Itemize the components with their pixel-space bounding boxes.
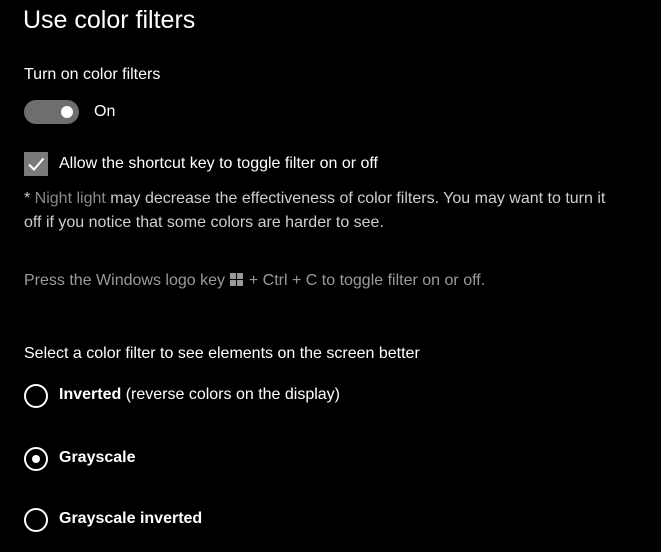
shortcut-hint-before: Press the Windows logo key: [24, 272, 230, 289]
night-light-note: * Night light may decrease the effective…: [24, 187, 624, 235]
note-prefix: *: [24, 190, 35, 207]
color-filters-toggle-label: Turn on color filters: [24, 66, 161, 83]
radio-name: Grayscale inverted: [59, 510, 203, 527]
shortcut-key-checkbox[interactable]: [24, 152, 48, 176]
checkmark-icon: [28, 157, 45, 171]
radio-label-inverted: Inverted (reverse colors on the display): [59, 386, 340, 404]
note-text: may decrease the effectiveness of color …: [24, 190, 606, 231]
color-filters-toggle[interactable]: [24, 100, 79, 124]
page-title: Use color filters: [23, 6, 196, 34]
radio-selected-dot: [32, 455, 40, 463]
radio-button-grayscale-inverted[interactable]: [24, 508, 48, 532]
radio-label-grayscale: Grayscale: [59, 449, 136, 467]
radio-name: Grayscale: [59, 449, 136, 466]
toggle-state-label: On: [94, 103, 116, 120]
radio-name: Inverted: [59, 386, 122, 403]
radio-description: (reverse colors on the display): [121, 386, 341, 403]
radio-button-grayscale[interactable]: [24, 447, 48, 471]
toggle-knob: [61, 106, 73, 118]
shortcut-key-checkbox-label[interactable]: Allow the shortcut key to toggle filter …: [59, 155, 378, 173]
shortcut-hint-after: + Ctrl + C to toggle filter on or off.: [244, 272, 486, 289]
shortcut-hint: Press the Windows logo key + Ctrl + C to…: [24, 272, 485, 290]
windows-logo-icon: [230, 273, 244, 286]
night-light-link[interactable]: Night light: [35, 190, 106, 207]
radio-label-grayscale-inverted: Grayscale inverted: [59, 510, 202, 528]
filter-selection-prompt: Select a color filter to see elements on…: [24, 345, 420, 362]
radio-button-inverted[interactable]: [24, 384, 48, 408]
